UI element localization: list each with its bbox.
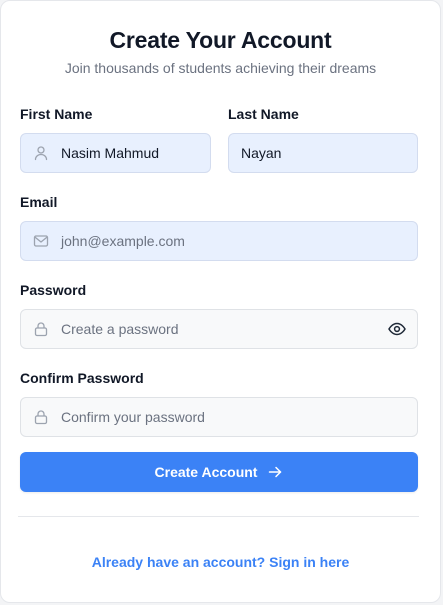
password-placeholder: Create a password bbox=[61, 321, 179, 337]
password-label: Password bbox=[20, 282, 87, 298]
create-account-button[interactable]: Create Account bbox=[20, 452, 418, 492]
eye-icon[interactable] bbox=[388, 321, 406, 337]
last-name-field[interactable]: Nayan bbox=[228, 133, 418, 173]
first-name-label: First Name bbox=[20, 106, 93, 122]
email-placeholder: john@example.com bbox=[61, 233, 185, 249]
last-name-value: Nayan bbox=[241, 145, 282, 161]
arrow-right-icon bbox=[267, 464, 283, 480]
mail-icon bbox=[33, 233, 49, 249]
confirm-password-field[interactable]: Confirm your password bbox=[20, 397, 418, 437]
first-name-value: Nasim Mahmud bbox=[61, 145, 160, 161]
confirm-password-label: Confirm Password bbox=[20, 370, 144, 386]
last-name-label: Last Name bbox=[228, 106, 299, 122]
email-label: Email bbox=[20, 194, 58, 210]
page-subtitle: Join thousands of students achieving the… bbox=[64, 60, 377, 76]
lock-icon bbox=[33, 409, 49, 425]
create-account-label: Create Account bbox=[154, 464, 258, 480]
email-field[interactable]: john@example.com bbox=[20, 221, 418, 261]
confirm-password-placeholder: Confirm your password bbox=[61, 409, 205, 425]
password-field[interactable]: Create a password bbox=[20, 309, 418, 349]
page-title: Create Your Account bbox=[109, 27, 332, 53]
signin-link[interactable]: Already have an account? Sign in here bbox=[1, 554, 440, 570]
divider bbox=[18, 516, 419, 517]
lock-icon bbox=[33, 321, 49, 337]
signup-card: Create Your Account Join thousands of st… bbox=[0, 0, 441, 603]
first-name-field[interactable]: Nasim Mahmud bbox=[20, 133, 211, 173]
user-icon bbox=[33, 145, 49, 161]
